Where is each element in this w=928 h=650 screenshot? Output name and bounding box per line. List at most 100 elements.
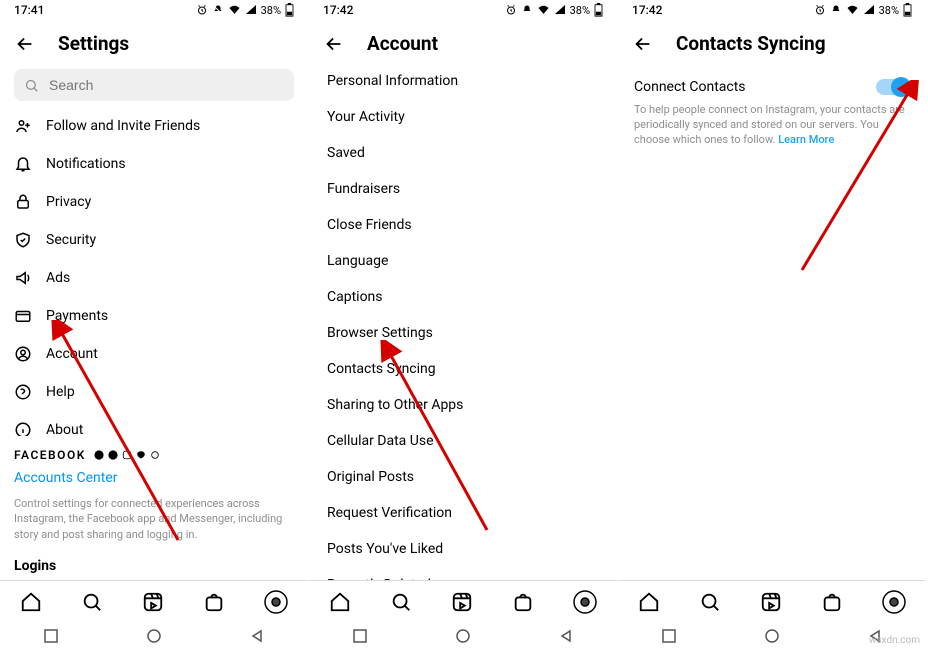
account-item[interactable]: Cellular Data Use: [309, 423, 617, 459]
settings-item-account[interactable]: Account: [0, 335, 308, 373]
menu-label: Privacy: [46, 194, 91, 210]
back-system-button[interactable]: [250, 629, 264, 643]
home-tab[interactable]: [638, 591, 660, 613]
notifications-icon: [14, 155, 32, 173]
screen-settings: 17:41 38% Settings Follow and Invite Fri…: [0, 0, 309, 650]
help-icon: [14, 383, 32, 401]
menu-label: Payments: [46, 308, 108, 324]
screen-account: 17:42 38% Account Personal InformationYo…: [309, 0, 618, 650]
back-system-button[interactable]: [559, 629, 573, 643]
status-bar: 17:41 38%: [0, 0, 308, 18]
settings-item-about[interactable]: About: [0, 411, 308, 436]
account-item[interactable]: Request Verification: [309, 495, 617, 531]
system-nav: [0, 622, 308, 650]
settings-item-privacy[interactable]: Privacy: [0, 183, 308, 221]
menu-label: Ads: [46, 270, 70, 286]
home-button[interactable]: [765, 629, 779, 643]
account-item[interactable]: Close Friends: [309, 207, 617, 243]
recents-button[interactable]: [662, 629, 676, 643]
menu-label: Security: [46, 232, 96, 248]
header: Contacts Syncing: [618, 18, 926, 63]
settings-item-payments[interactable]: Payments: [0, 297, 308, 335]
account-item[interactable]: Sharing to Other Apps: [309, 387, 617, 423]
brand-icons: [94, 450, 160, 460]
accounts-center-desc: Control settings for connected experienc…: [0, 492, 308, 552]
status-icons: 38%: [505, 3, 603, 17]
status-icons: 38%: [814, 3, 912, 17]
profile-tab[interactable]: [264, 590, 288, 614]
search-tab[interactable]: [81, 591, 103, 613]
reels-tab[interactable]: [142, 591, 164, 613]
reels-tab[interactable]: [451, 591, 473, 613]
account-icon: [14, 345, 32, 363]
signal-icon: [245, 4, 257, 16]
profile-tab[interactable]: [573, 590, 597, 614]
settings-item-help[interactable]: Help: [0, 373, 308, 411]
privacy-icon: [14, 193, 32, 211]
settings-item-ads[interactable]: Ads: [0, 259, 308, 297]
home-button[interactable]: [147, 629, 161, 643]
bottom-nav: [309, 580, 617, 622]
account-item[interactable]: Original Posts: [309, 459, 617, 495]
shop-tab[interactable]: [512, 591, 534, 613]
battery-text: 38%: [570, 4, 590, 17]
payments-icon: [14, 307, 32, 325]
back-button[interactable]: [14, 33, 36, 55]
account-item[interactable]: Personal Information: [309, 63, 617, 99]
search-input[interactable]: [49, 77, 284, 93]
ads-icon: [14, 269, 32, 287]
account-item[interactable]: Fundraisers: [309, 171, 617, 207]
follow-invite-icon: [14, 117, 32, 135]
back-button[interactable]: [632, 33, 654, 55]
wifi-icon: [846, 4, 859, 16]
signal-icon: [554, 4, 566, 16]
account-item[interactable]: Browser Settings: [309, 315, 617, 351]
bell-off-icon: [830, 4, 842, 16]
learn-more-link[interactable]: Learn More: [778, 133, 834, 146]
back-button[interactable]: [323, 33, 345, 55]
profile-tab[interactable]: [882, 590, 906, 614]
menu-label: Follow and Invite Friends: [46, 118, 200, 134]
account-item[interactable]: Saved: [309, 135, 617, 171]
account-item[interactable]: Captions: [309, 279, 617, 315]
screen-contacts-syncing: 17:42 38% Contacts Syncing Connect Conta…: [618, 0, 927, 650]
page-title: Contacts Syncing: [676, 32, 826, 55]
home-button[interactable]: [456, 629, 470, 643]
menu-label: Notifications: [46, 156, 126, 172]
account-item[interactable]: Posts You've Liked: [309, 531, 617, 567]
connect-contacts-label: Connect Contacts: [634, 79, 746, 95]
settings-item-security[interactable]: Security: [0, 221, 308, 259]
page-title: Account: [367, 32, 438, 55]
search-tab[interactable]: [699, 591, 721, 613]
search-tab[interactable]: [390, 591, 412, 613]
account-item[interactable]: Contacts Syncing: [309, 351, 617, 387]
connect-contacts-desc: To help people connect on Instagram, you…: [618, 101, 926, 150]
recents-button[interactable]: [44, 629, 58, 643]
wifi-icon: [537, 4, 550, 16]
settings-item-follow-invite[interactable]: Follow and Invite Friends: [0, 107, 308, 145]
bottom-nav: [618, 580, 926, 622]
status-bar: 17:42 38%: [618, 0, 926, 18]
battery-icon: [903, 3, 912, 17]
search-bar[interactable]: [14, 69, 294, 101]
wifi-icon: [228, 4, 241, 16]
home-tab[interactable]: [20, 591, 42, 613]
home-tab[interactable]: [329, 591, 351, 613]
recents-button[interactable]: [353, 629, 367, 643]
accounts-center-link[interactable]: Accounts Center: [0, 464, 308, 492]
header: Account: [309, 18, 617, 63]
account-item[interactable]: Recently Deleted: [309, 567, 617, 580]
shop-tab[interactable]: [203, 591, 225, 613]
battery-text: 38%: [879, 4, 899, 17]
settings-item-notifications[interactable]: Notifications: [0, 145, 308, 183]
account-item[interactable]: Language: [309, 243, 617, 279]
shop-tab[interactable]: [821, 591, 843, 613]
account-item[interactable]: Your Activity: [309, 99, 617, 135]
watermark: wsxdn.com: [869, 635, 920, 646]
reels-tab[interactable]: [760, 591, 782, 613]
connect-contacts-toggle[interactable]: [876, 79, 910, 95]
alarm-icon: [814, 4, 826, 16]
facebook-section: FACEBOOK: [0, 436, 308, 464]
connect-contacts-row: Connect Contacts: [618, 63, 926, 101]
status-icons: 38%: [196, 3, 294, 17]
